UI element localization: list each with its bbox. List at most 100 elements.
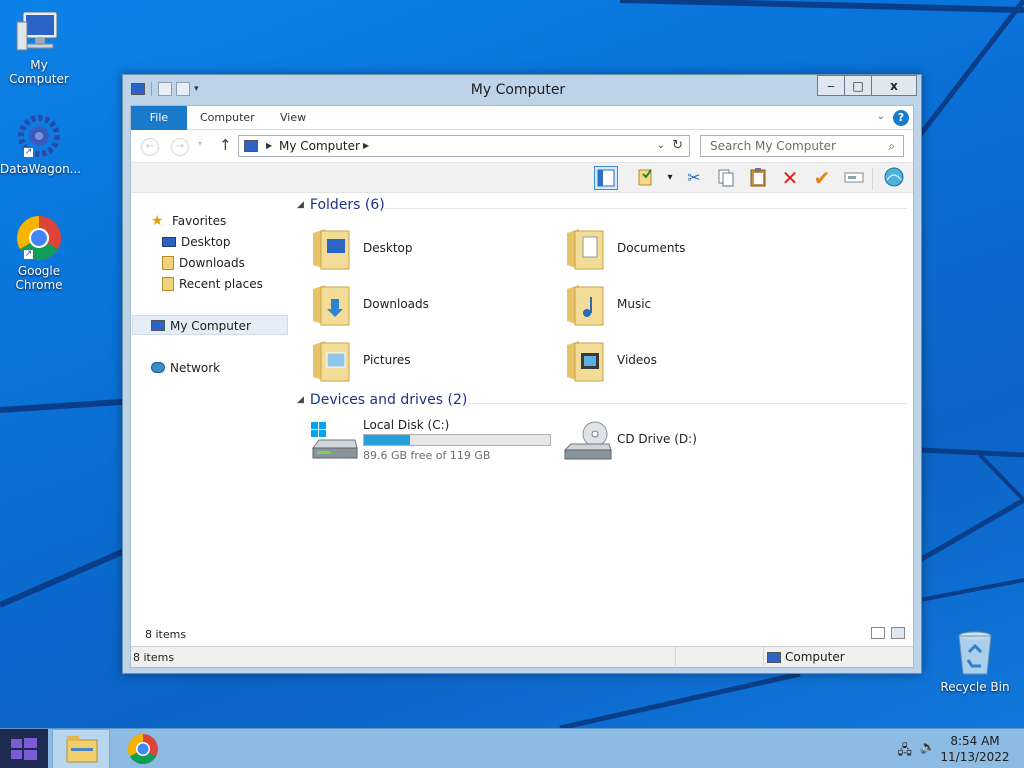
tab-view[interactable]: View xyxy=(280,106,306,130)
status-bar: 8 items Computer xyxy=(131,646,913,668)
shortcut-arrow-icon: ↗ xyxy=(23,249,34,260)
chevron-right-icon[interactable]: ▶ xyxy=(266,136,272,156)
help-button[interactable]: ? xyxy=(893,110,909,126)
minimize-button[interactable]: ‒ xyxy=(817,75,845,96)
network-icon xyxy=(151,362,165,373)
refresh-icon[interactable]: ↻ xyxy=(672,136,683,156)
desktop-icon-label: Google Chrome xyxy=(15,264,63,292)
preview-pane-icon xyxy=(597,169,615,187)
chrome-icon: ↗ xyxy=(15,214,63,262)
tab-computer[interactable]: Computer xyxy=(200,106,255,130)
volume-icon[interactable]: 🔈 xyxy=(920,740,936,755)
chevron-down-icon[interactable]: ▾ xyxy=(658,166,682,190)
folder-icon xyxy=(313,229,350,270)
nav-item-desktop[interactable]: Desktop xyxy=(162,232,231,252)
chevron-down-icon[interactable]: ⌄ xyxy=(877,111,885,122)
tab-file[interactable]: File xyxy=(131,106,187,130)
computer-icon xyxy=(767,652,781,663)
nav-item-downloads[interactable]: Downloads xyxy=(162,253,245,273)
title-bar[interactable]: ▾ My Computer ‒ □ x xyxy=(123,75,921,105)
taskbar: 🖧 🔈 8:54 AM 11/13/2022 xyxy=(0,728,1024,768)
file-explorer-icon xyxy=(66,736,98,763)
clock[interactable]: 8:54 AM 11/13/2022 xyxy=(940,733,1010,765)
desktop-icon-my-computer[interactable]: My Computer xyxy=(0,8,78,86)
recent-locations-icon[interactable]: ▾ xyxy=(198,139,202,148)
back-button[interactable]: ← xyxy=(141,138,159,156)
desktop: My Computer ↗ DataWagon... ↗ Google Chro… xyxy=(0,0,1024,728)
desktop-icon-label: My Computer xyxy=(9,58,69,86)
chevron-right-icon[interactable]: ▶ xyxy=(363,136,369,156)
folder-icon xyxy=(567,229,604,270)
collapse-icon[interactable]: ◢ xyxy=(297,395,304,405)
drive-free-space: 89.6 GB free of 119 GB xyxy=(363,449,491,462)
desktop-icon-google-chrome[interactable]: ↗ Google Chrome xyxy=(0,214,78,292)
network-tray-icon[interactable]: 🖧 xyxy=(898,741,913,763)
collapse-icon[interactable]: ◢ xyxy=(297,200,304,210)
recent-places-icon xyxy=(162,276,174,291)
paste-icon[interactable] xyxy=(746,166,770,190)
folder-tile-documents[interactable]: Documents xyxy=(553,223,793,275)
maximize-button[interactable]: □ xyxy=(844,75,872,96)
window-controls: ‒ □ x xyxy=(817,75,917,96)
folder-tile-videos[interactable]: Videos xyxy=(553,335,793,387)
checkmark-icon[interactable]: ✔ xyxy=(810,166,834,190)
nav-item-recent-places[interactable]: Recent places xyxy=(162,274,263,294)
folder-icon xyxy=(313,341,350,382)
rename-icon[interactable] xyxy=(842,166,866,190)
nav-item-network[interactable]: Network xyxy=(151,358,220,378)
navigation-pane: ★ Favorites Desktop Downloads Recent plac… xyxy=(131,194,289,599)
shortcut-arrow-icon: ↗ xyxy=(23,147,34,158)
drive-name: CD Drive (D:) xyxy=(617,432,697,446)
status-location: Computer xyxy=(767,650,845,664)
copy-icon[interactable] xyxy=(714,166,738,190)
folder-tile-music[interactable]: Music xyxy=(553,279,793,331)
drive-name: Local Disk (C:) xyxy=(363,418,450,432)
large-icons-view-icon[interactable] xyxy=(891,627,905,639)
desktop-icon-label: DataWagon... xyxy=(0,162,82,176)
details-view-icon[interactable] xyxy=(871,627,885,639)
delete-icon[interactable]: ✕ xyxy=(778,166,802,190)
clock-date: 11/13/2022 xyxy=(940,750,1010,764)
close-button[interactable]: x xyxy=(871,75,917,96)
start-button[interactable] xyxy=(0,729,48,768)
select-button[interactable] xyxy=(634,166,658,190)
folders-group-header[interactable]: ◢ Folders (6) xyxy=(297,197,385,219)
cut-icon[interactable]: ✂ xyxy=(682,166,706,190)
forward-button[interactable]: → xyxy=(171,138,189,156)
preview-pane-button[interactable] xyxy=(594,166,618,190)
drive-tile-local-disk-c[interactable]: Local Disk (C:) 89.6 GB free of 119 GB xyxy=(299,416,551,468)
search-icon[interactable]: ⌕ xyxy=(888,136,895,156)
desktop-icon-recycle-bin[interactable]: Recycle Bin xyxy=(936,630,1014,694)
drive-usage-bar xyxy=(363,434,551,446)
taskbar-file-explorer[interactable] xyxy=(52,729,110,768)
devices-group-header[interactable]: ◢ Devices and drives (2) xyxy=(297,392,467,414)
cd-drive-icon xyxy=(563,421,612,460)
ribbon-tabs: File Computer View ⌄ ? xyxy=(131,106,913,130)
folder-icon xyxy=(313,285,350,326)
clock-time: 8:54 AM xyxy=(950,734,1000,748)
view-switcher xyxy=(871,627,905,639)
checklist-icon xyxy=(638,169,652,186)
search-input[interactable]: Search My Computer ⌕ xyxy=(700,135,904,157)
windows-logo-icon xyxy=(11,738,37,760)
explorer-window: ▾ My Computer ‒ □ x File Computer View ⌄… xyxy=(122,74,922,674)
chevron-down-icon[interactable]: ⌄ xyxy=(657,136,665,156)
downloads-icon xyxy=(162,255,174,270)
desktop-icon-datawagon[interactable]: ↗ DataWagon... xyxy=(0,112,82,176)
folder-tile-pictures[interactable]: Pictures xyxy=(299,335,539,387)
globe-icon[interactable] xyxy=(882,166,906,190)
nav-item-favorites[interactable]: ★ Favorites xyxy=(151,211,226,231)
computer-icon xyxy=(15,8,63,56)
up-button[interactable]: ↑ xyxy=(219,136,232,154)
nav-item-my-computer[interactable]: My Computer xyxy=(132,315,288,335)
folder-icon xyxy=(567,285,604,326)
drive-usage-fill xyxy=(364,435,410,445)
folder-tile-desktop[interactable]: Desktop xyxy=(299,223,539,275)
folder-tile-downloads[interactable]: Downloads xyxy=(299,279,539,331)
address-bar[interactable]: ▶ My Computer ▶ ⌄ ↻ xyxy=(238,135,690,157)
address-row: ← → ▾ ↑ ▶ My Computer ▶ ⌄ ↻ Search My Co… xyxy=(131,130,913,162)
breadcrumb[interactable]: My Computer xyxy=(279,136,360,156)
drive-tile-cd-drive-d[interactable]: CD Drive (D:) xyxy=(553,416,803,468)
computer-icon xyxy=(151,320,165,331)
taskbar-google-chrome[interactable] xyxy=(114,729,172,768)
